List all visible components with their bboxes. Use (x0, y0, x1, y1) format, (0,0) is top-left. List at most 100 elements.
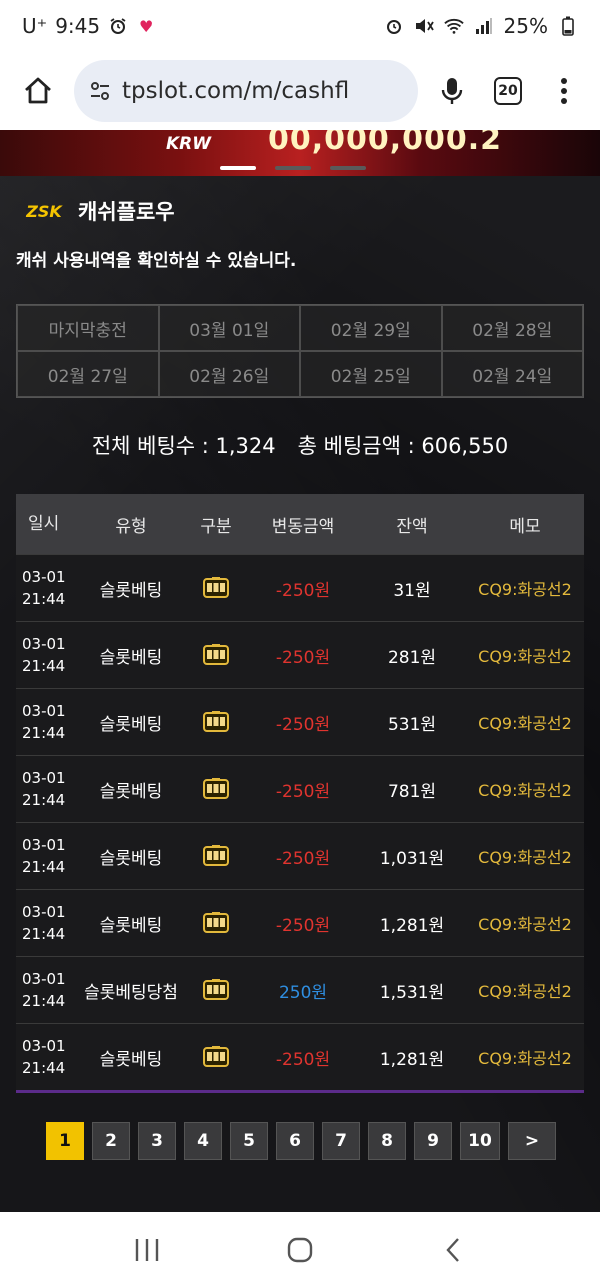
browser-toolbar: tpslot.com/m/cashfl 20 (0, 52, 600, 130)
date-filter-0224[interactable]: 02월 24일 (441, 351, 583, 397)
row-date: 03-01 (22, 836, 66, 854)
table-row: 03-01 21:44 슬롯베팅 -250원 281원 CQ9:화공선2 (16, 621, 584, 688)
row-time: 21:44 (22, 724, 66, 742)
banner-indicator[interactable] (220, 166, 256, 170)
row-datetime: 03-01 21:44 (16, 566, 78, 610)
carrier-label: U⁺ (22, 14, 48, 38)
page-button-6[interactable]: 6 (276, 1122, 314, 1160)
signal-icon (474, 16, 494, 36)
betting-totals: 전체 베팅수 : 1,324 총 베팅금액 : 606,550 (0, 430, 600, 460)
wifi-icon (443, 16, 464, 36)
page-button-9[interactable]: 9 (414, 1122, 452, 1160)
battery-percent: 25% (503, 14, 548, 38)
row-balance: 31원 (393, 580, 431, 601)
row-type: 슬롯베팅 (99, 781, 163, 802)
slot-machine-icon (203, 778, 229, 799)
more-vert-icon (561, 78, 567, 104)
back-icon (446, 1237, 460, 1262)
row-time: 21:44 (22, 590, 66, 608)
page-content: KRW 00,000,000.2 ZSK 캐쉬플로우 캐쉬 사용내역을 확인하실… (0, 130, 600, 1212)
row-category (184, 911, 248, 935)
row-datetime: 03-01 21:44 (16, 633, 78, 677)
header-memo: 메모 (509, 516, 541, 537)
date-filter-0227[interactable]: 02월 27일 (17, 351, 159, 397)
home-nav-button[interactable] (270, 1225, 330, 1275)
table-header: 일시 유형 구분 변동금액 잔액 메모 (16, 494, 584, 554)
home-nav-icon (287, 1237, 313, 1262)
header-balance: 잔액 (396, 516, 428, 537)
row-datetime: 03-01 21:44 (16, 700, 78, 744)
total-bet-count: 전체 베팅수 : 1,324 (91, 434, 276, 458)
home-icon (25, 77, 51, 104)
system-nav-bar (0, 1212, 600, 1287)
page-title: 캐쉬플로우 (78, 200, 175, 224)
row-datetime: 03-01 21:44 (16, 767, 78, 811)
slot-machine-icon (203, 577, 229, 598)
row-balance: 531원 (387, 714, 437, 735)
address-bar[interactable]: tpslot.com/m/cashfl (74, 60, 418, 122)
row-date: 03-01 (22, 903, 66, 921)
cashflow-table: 일시 유형 구분 변동금액 잔액 메모 03-01 21:44 슬롯베팅 -250원 3… (16, 494, 584, 1093)
row-type: 슬롯베팅당첨 (84, 982, 178, 1003)
row-balance: 1,531원 (379, 982, 445, 1003)
browser-menu-button[interactable] (542, 67, 586, 115)
page-button-5[interactable]: 5 (230, 1122, 268, 1160)
slot-machine-icon (203, 1046, 229, 1067)
page-button-8[interactable]: 8 (368, 1122, 406, 1160)
row-type: 슬롯베팅 (99, 647, 163, 668)
header-type: 유형 (115, 516, 147, 537)
row-category (184, 643, 248, 667)
row-type: 슬롯베팅 (99, 915, 163, 936)
row-amount: -250원 (275, 647, 331, 668)
row-time: 21:44 (22, 657, 66, 675)
voice-search-button[interactable] (430, 67, 474, 115)
page-button-3[interactable]: 3 (138, 1122, 176, 1160)
row-amount: -250원 (275, 915, 331, 936)
row-memo: CQ9:화공선2 (478, 580, 572, 599)
table-row: 03-01 21:44 슬롯베팅 -250원 531원 CQ9:화공선2 (16, 688, 584, 755)
alarm-icon (108, 16, 128, 36)
row-date: 03-01 (22, 970, 66, 988)
banner-indicator[interactable] (275, 166, 311, 170)
slot-machine-icon (203, 845, 229, 866)
alarm-icon-right (384, 16, 404, 36)
row-amount: 250원 (278, 982, 328, 1003)
page-button-4[interactable]: 4 (184, 1122, 222, 1160)
header-datetime: 일시 (28, 514, 60, 534)
banner-indicator[interactable] (330, 166, 366, 170)
page-button-2[interactable]: 2 (92, 1122, 130, 1160)
row-type: 슬롯베팅 (99, 714, 163, 735)
page-button-10[interactable]: 10 (460, 1122, 500, 1160)
page-subtitle: 캐쉬 사용내역을 확인하실 수 있습니다. (16, 251, 297, 271)
date-filter-0229[interactable]: 02월 29일 (300, 305, 442, 351)
page-button-7[interactable]: 7 (322, 1122, 360, 1160)
promo-banner[interactable]: KRW 00,000,000.2 (0, 130, 600, 176)
home-button[interactable] (14, 67, 62, 115)
next-page-button[interactable]: > (508, 1122, 556, 1160)
row-category (184, 576, 248, 600)
row-balance: 1,281원 (379, 1049, 445, 1070)
total-bet-amount: 총 베팅금액 : 606,550 (297, 434, 509, 458)
slot-machine-icon (203, 912, 229, 933)
page-button-1[interactable]: 1 (46, 1122, 84, 1160)
date-filter-0225[interactable]: 02월 25일 (300, 351, 442, 397)
row-amount: -250원 (275, 580, 331, 601)
row-memo: CQ9:화공선2 (478, 781, 572, 800)
date-filter-0226[interactable]: 02월 26일 (158, 351, 300, 397)
recent-apps-button[interactable] (117, 1225, 177, 1275)
header-category: 구분 (200, 516, 232, 537)
url-text: tpslot.com/m/cashfl (122, 78, 350, 104)
mute-icon (414, 16, 434, 36)
date-filter-0228[interactable]: 02월 28일 (441, 305, 583, 351)
battery-icon (558, 16, 578, 36)
back-nav-button[interactable] (423, 1225, 483, 1275)
site-settings-icon[interactable] (88, 79, 112, 103)
tab-switcher-button[interactable]: 20 (486, 67, 530, 115)
row-balance: 1,281원 (379, 915, 445, 936)
row-time: 21:44 (22, 992, 66, 1010)
date-filter-0301[interactable]: 03월 01일 (158, 305, 300, 351)
date-filter-last-charge[interactable]: 마지막충전 (17, 305, 159, 351)
banner-currency: KRW (166, 134, 212, 154)
row-date: 03-01 (22, 1037, 66, 1055)
status-bar: U⁺ 9:45 ♥ 25% (0, 0, 600, 52)
